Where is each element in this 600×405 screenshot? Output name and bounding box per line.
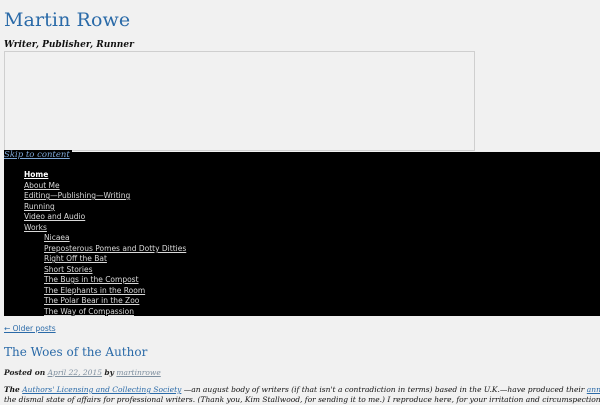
- skip-to-content-link[interactable]: Skip to content: [4, 150, 72, 160]
- nav-item-editing-publishing-writing[interactable]: Editing—Publishing—Writing: [24, 191, 130, 200]
- header-image: [4, 51, 475, 151]
- main-navigation: Home About Me Editing—Publishing—Writing…: [4, 152, 600, 316]
- nav-item-video-and-audio[interactable]: Video and Audio: [24, 212, 85, 221]
- nav-item-running[interactable]: Running: [24, 202, 55, 211]
- post-date-link[interactable]: April 22, 2015: [48, 368, 102, 377]
- nav-subitem-short-stories[interactable]: Short Stories: [44, 265, 93, 274]
- excerpt-line-2: the dismal state of affairs for professi…: [4, 395, 600, 404]
- post-title-link[interactable]: The Woes of the Author: [4, 345, 147, 359]
- nav-subitem-right-off-the-bat[interactable]: Right Off the Bat: [44, 254, 107, 263]
- excerpt-line-1: The Authors' Licensing and Collecting So…: [4, 385, 600, 395]
- nav-subitem-elephants-in-the-room[interactable]: The Elephants in the Room: [44, 286, 145, 295]
- nav-subitem-nicaea[interactable]: Nicaea: [44, 233, 70, 242]
- nav-subitem-bugs-in-the-compost[interactable]: The Bugs in the Compost: [44, 275, 139, 284]
- nav-subitem-way-of-compassion[interactable]: The Way of Compassion: [44, 307, 134, 316]
- excerpt-text-1: —an august body of writers (if that isn'…: [183, 385, 585, 394]
- alcs-link[interactable]: Authors' Licensing and Collecting Societ…: [22, 385, 181, 394]
- nav-subitem-polar-bear-in-the-zoo[interactable]: The Polar Bear in the Zoo: [44, 296, 139, 305]
- older-posts-link[interactable]: ← Older posts: [4, 324, 56, 333]
- annual-report-link[interactable]: annual report: [587, 385, 600, 394]
- by-label: by: [104, 368, 114, 377]
- nav-item-about-me[interactable]: About Me: [24, 181, 60, 190]
- nav-item-home[interactable]: Home: [24, 170, 48, 179]
- site-description: Writer, Publisher, Runner: [4, 40, 134, 50]
- site-title-link[interactable]: Martin Rowe: [4, 9, 130, 31]
- nav-subitem-preposterous-pomes[interactable]: Preposterous Pomes and Dotty Ditties: [44, 244, 186, 253]
- post-meta: Posted on April 22, 2015 by martinrowe: [4, 368, 161, 377]
- post-author-link[interactable]: martinrowe: [116, 368, 160, 377]
- nav-item-works[interactable]: Works: [24, 223, 47, 232]
- posted-on-label: Posted on: [4, 368, 46, 377]
- excerpt-lead: The: [4, 385, 20, 394]
- post-excerpt: The Authors' Licensing and Collecting So…: [4, 385, 600, 405]
